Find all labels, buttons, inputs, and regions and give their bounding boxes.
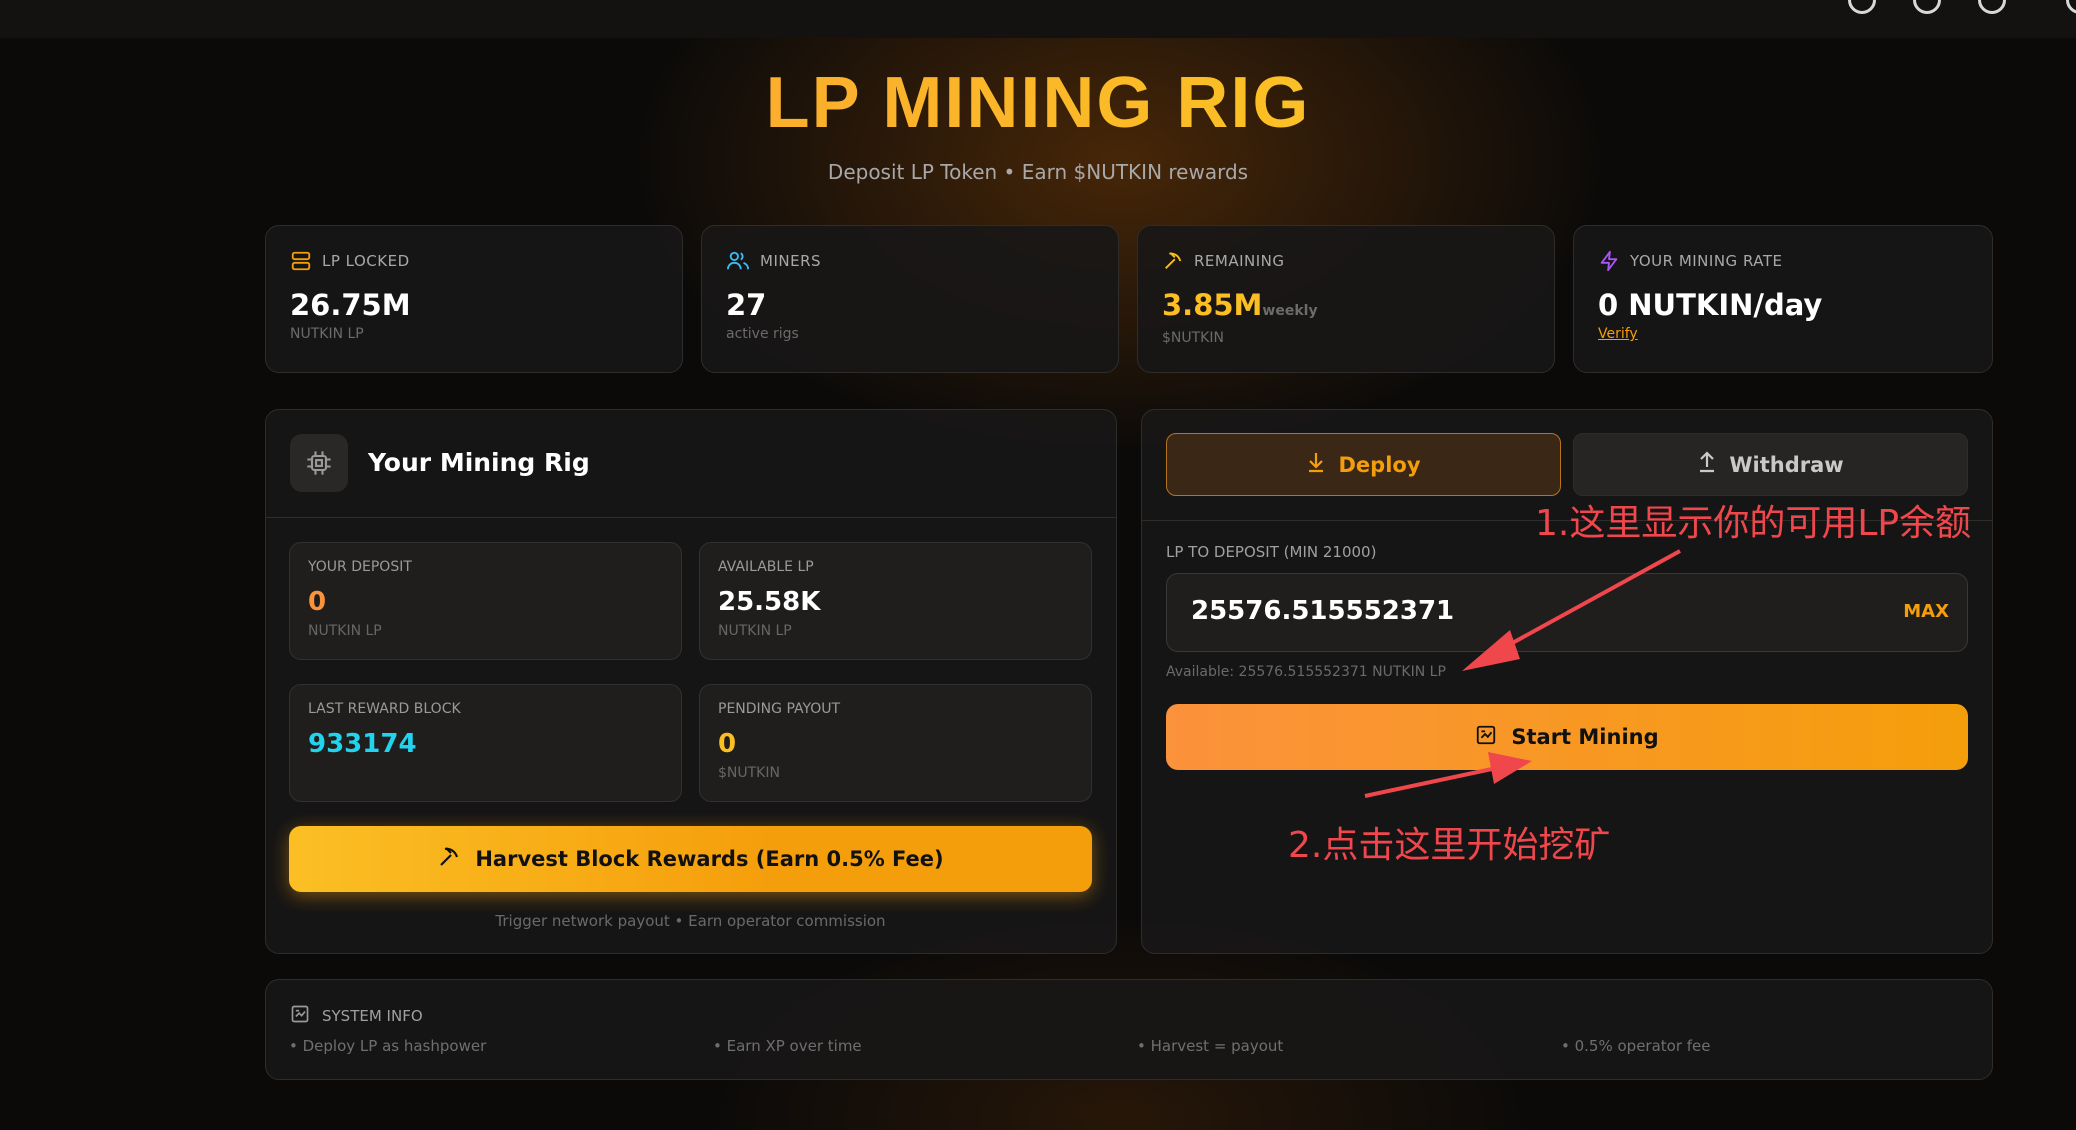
annotation-arrowhead-2 xyxy=(1488,752,1532,784)
annotation-arrowhead-1 xyxy=(1462,630,1520,671)
annotation-arrow-2 xyxy=(1364,764,1507,798)
annotation-arrows xyxy=(1364,549,1681,798)
annotation-arrow-1 xyxy=(1484,549,1681,660)
